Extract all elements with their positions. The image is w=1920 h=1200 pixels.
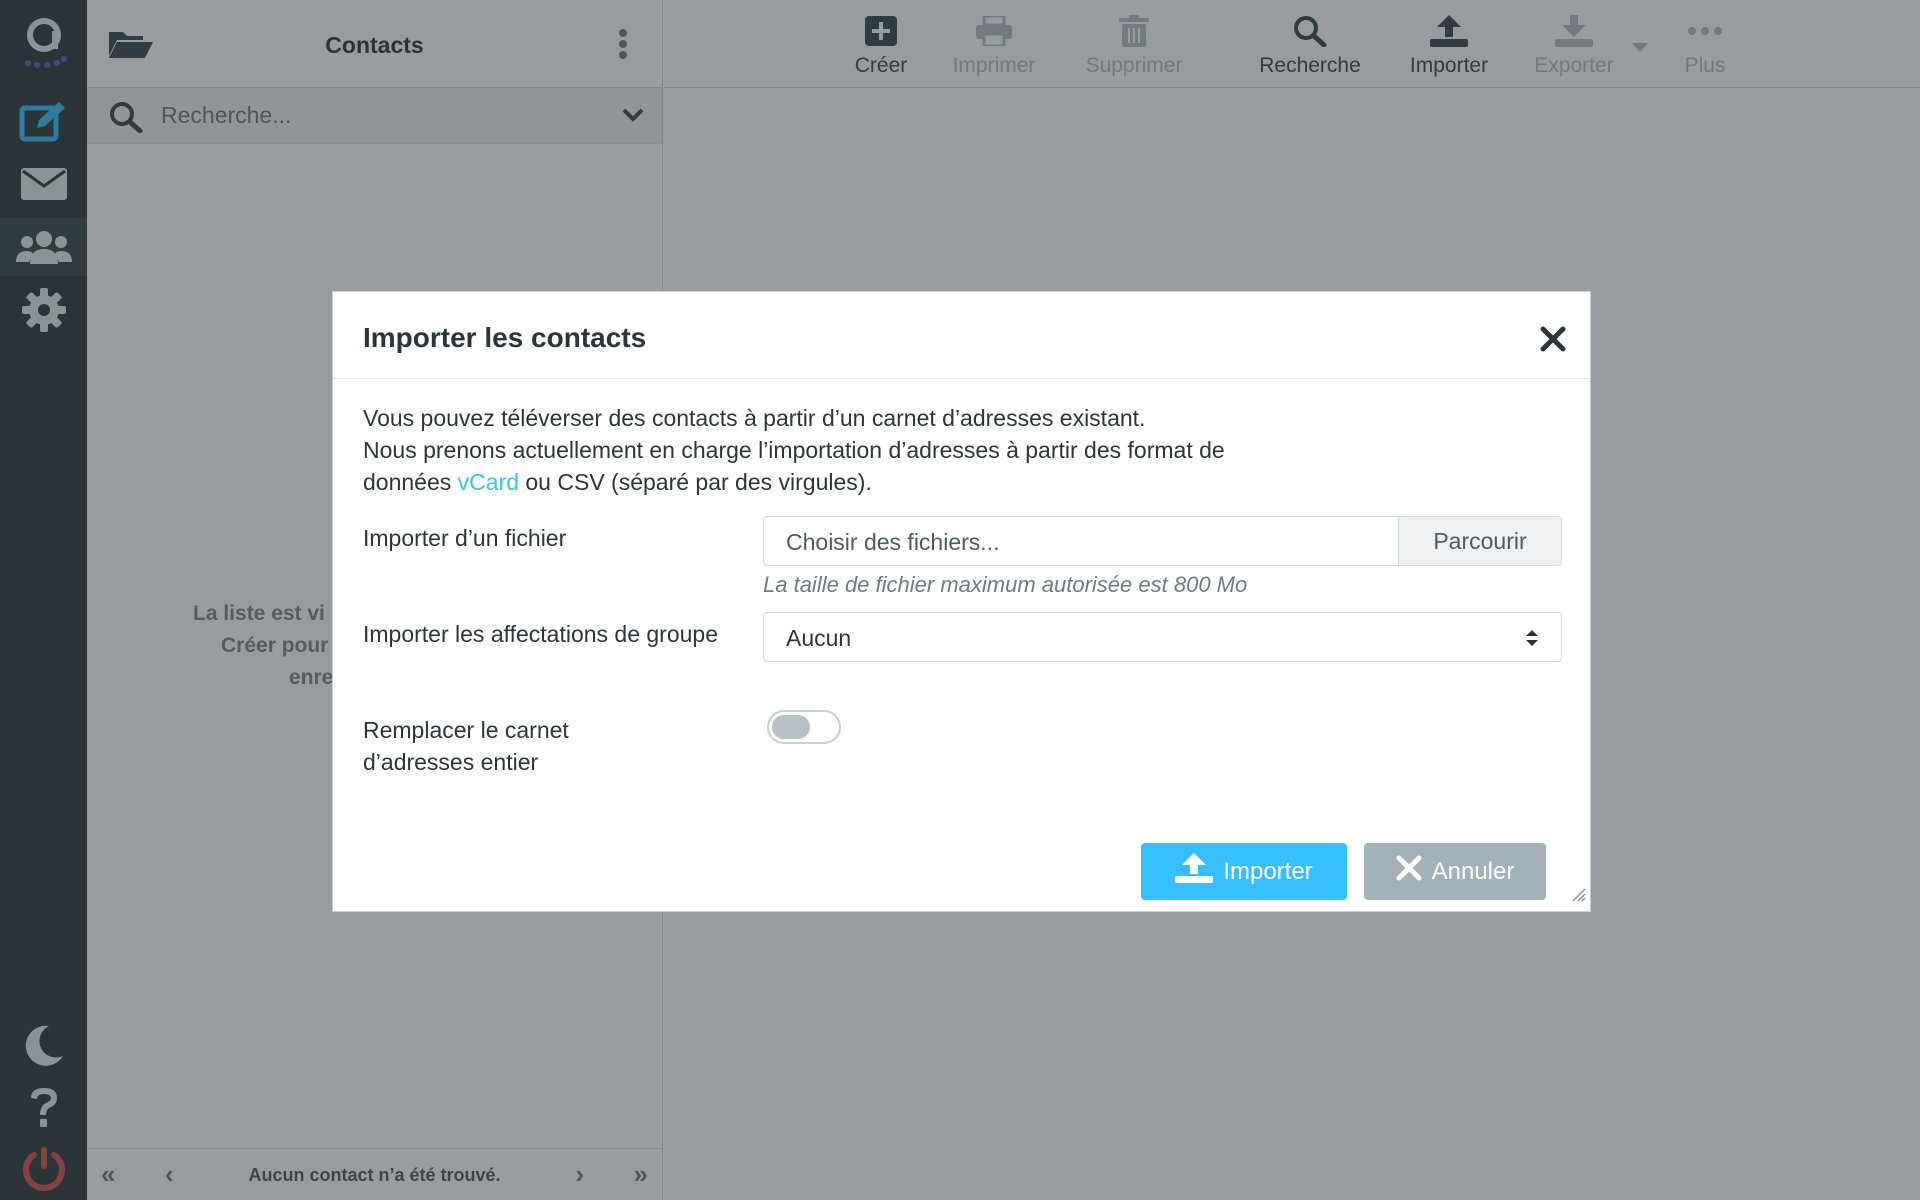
dialog-header: Importer les contacts (333, 292, 1590, 379)
group-label: Importer les affectations de groupe (363, 621, 719, 647)
file-label: Importer d’un fichier (363, 525, 567, 551)
import-button-label: Importer (1223, 857, 1313, 885)
intro-line-3-post: ou CSV (séparé par des virgules). (519, 469, 872, 495)
cancel-button-label: Annuler (1431, 857, 1515, 885)
resize-handle-icon[interactable] (1570, 886, 1586, 907)
file-placeholder: Choisir des fichiers... (786, 529, 1000, 555)
vcard-link[interactable]: vCard (458, 469, 519, 495)
import-contacts-dialog: Importer les contacts Vous pouvez téléve… (332, 291, 1591, 912)
group-select[interactable]: Aucun (763, 612, 1562, 662)
sort-arrows-icon (1525, 629, 1539, 652)
intro-line-3-pre: données (363, 469, 458, 495)
replace-toggle[interactable] (767, 710, 841, 744)
intro-line-2: Nous prenons actuellement en charge l’im… (363, 437, 1225, 463)
file-size-hint: La taille de fichier maximum autorisée e… (763, 572, 1248, 597)
browse-button[interactable]: Parcourir (1398, 517, 1561, 565)
dialog-intro: Vous pouvez téléverser des contacts à pa… (363, 402, 1553, 498)
toggle-knob (772, 715, 810, 739)
close-icon (1396, 855, 1422, 888)
upload-icon (1175, 853, 1214, 890)
replace-label: Remplacer le carnet d’adresses entier (363, 717, 569, 775)
group-select-value: Aucun (786, 625, 852, 651)
import-button[interactable]: Importer (1141, 843, 1347, 900)
close-icon[interactable] (1540, 326, 1566, 357)
intro-line-3: données vCard ou CSV (séparé par des vir… (363, 466, 1553, 498)
file-input[interactable]: Choisir des fichiers... Parcourir (763, 516, 1562, 566)
dialog-title: Importer les contacts (363, 322, 647, 353)
intro-line-1: Vous pouvez téléverser des contacts à pa… (363, 405, 1146, 431)
cancel-button[interactable]: Annuler (1364, 843, 1546, 900)
